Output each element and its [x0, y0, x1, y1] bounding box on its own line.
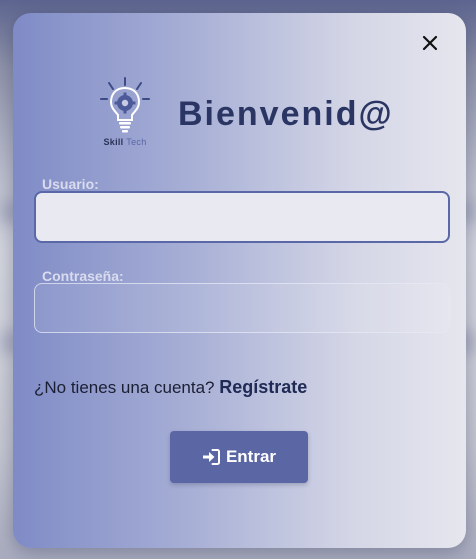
- close-button[interactable]: [420, 33, 440, 53]
- register-prompt: ¿No tienes una cuenta?: [34, 378, 215, 397]
- brand-name: Skill Tech: [97, 137, 153, 147]
- username-input[interactable]: [34, 191, 450, 243]
- login-button[interactable]: Entrar: [170, 431, 308, 483]
- brand-name-primary: Skill: [103, 137, 124, 147]
- username-label: Usuario:: [42, 176, 99, 192]
- page-title: Bienvenid@: [178, 95, 394, 133]
- password-input[interactable]: [34, 283, 450, 333]
- register-prompt-line: ¿No tienes una cuenta? Regístrate: [34, 377, 307, 398]
- brand-name-secondary: Tech: [126, 137, 147, 147]
- register-link[interactable]: Regístrate: [219, 377, 307, 397]
- lightbulb-gear-icon: [100, 77, 150, 133]
- close-icon[interactable]: [422, 35, 438, 51]
- sign-in-icon: [202, 449, 220, 465]
- login-button-label: Entrar: [225, 447, 277, 466]
- password-label: Contraseña:: [42, 268, 124, 284]
- login-modal: Skill Tech Bienvenid@ Usuario: Contraseñ…: [13, 13, 466, 548]
